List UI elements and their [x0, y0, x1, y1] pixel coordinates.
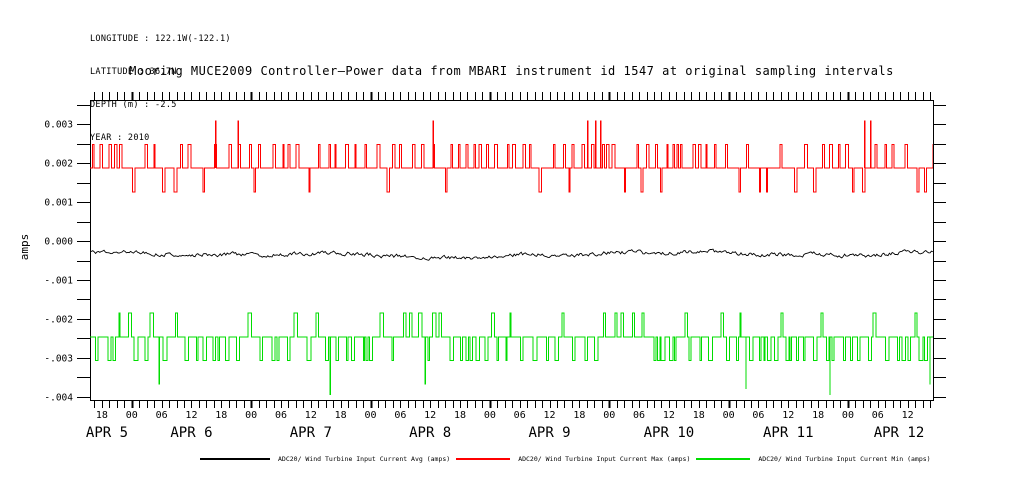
x-date-label: APR 9 — [528, 425, 570, 441]
x-date-label: APR 11 — [763, 425, 814, 441]
plot-svg: 0.003 0.002 0.001 0.000 -.001 -.002 -.003 -.004… — [0, 0, 1009, 504]
x-hour-label: 12 — [424, 410, 436, 421]
x-hour-label: 18 — [335, 410, 347, 421]
legend-label-max: ADC20/ Wind Turbine Input Current Max (a… — [518, 455, 690, 463]
figure: LONGITUDE : 122.1W(-122.1) LATITUDE : 36… — [0, 0, 1009, 504]
y-tick-label: -.004 — [44, 392, 73, 403]
series-min-line — [90, 313, 933, 361]
x-hour-label: 00 — [126, 410, 138, 421]
x-hour-label: 06 — [275, 410, 287, 421]
x-hour-label: 18 — [693, 410, 705, 421]
series-avg-line — [90, 249, 933, 260]
x-hour-label: 06 — [872, 410, 884, 421]
legend-line-avg — [200, 458, 270, 460]
legend-entry-avg: ADC20/ Wind Turbine Input Current Avg (a… — [200, 455, 450, 463]
x-hour-label: 06 — [156, 410, 168, 421]
x-date-label: APR 10 — [644, 425, 695, 441]
x-hour-label: 06 — [752, 410, 764, 421]
x-hour-label: 18 — [454, 410, 466, 421]
y-axis-title: amps — [18, 234, 31, 261]
y-tick-label: -.003 — [44, 353, 73, 364]
x-hour-label: 06 — [514, 410, 526, 421]
x-date-label: APR 5 — [86, 425, 128, 441]
x-hour-label: 06 — [394, 410, 406, 421]
x-hour-label: 00 — [723, 410, 735, 421]
x-hour-label: 06 — [633, 410, 645, 421]
x-hour-label: 12 — [782, 410, 794, 421]
y-tick-label: 0.002 — [44, 159, 73, 170]
x-date-label: APR 7 — [290, 425, 332, 441]
y-tick-label: -.001 — [44, 276, 73, 287]
plot-frame — [91, 101, 934, 401]
legend-label-min: ADC20/ Wind Turbine Input Current Min (a… — [758, 455, 930, 463]
x-hour-label: 00 — [603, 410, 615, 421]
series-max-peaks — [216, 121, 871, 169]
x-hour-label: 12 — [902, 410, 914, 421]
x-date-label: APR 6 — [170, 425, 212, 441]
x-hour-label: 00 — [842, 410, 854, 421]
x-hour-label: 00 — [245, 410, 257, 421]
legend-label-avg: ADC20/ Wind Turbine Input Current Avg (a… — [278, 455, 450, 463]
x-hour-label: 12 — [305, 410, 317, 421]
legend-entry-max: ADC20/ Wind Turbine Input Current Max (a… — [456, 455, 690, 463]
x-hour-label: 00 — [364, 410, 376, 421]
series-group — [90, 121, 933, 395]
x-hour-label: 12 — [544, 410, 556, 421]
x-hour-label: 12 — [663, 410, 675, 421]
x-hour-label: 00 — [484, 410, 496, 421]
y-tick-label: 0.000 — [44, 237, 73, 248]
y-tick-label: -.002 — [44, 314, 73, 325]
x-hour-label: 12 — [185, 410, 197, 421]
y-tick-label: 0.003 — [44, 120, 73, 131]
x-hour-label: 18 — [215, 410, 227, 421]
legend-line-min — [696, 458, 750, 460]
legend-line-max — [456, 458, 510, 460]
x-date-label: APR 12 — [874, 425, 925, 441]
legend: ADC20/ Wind Turbine Input Current Avg (a… — [200, 452, 937, 466]
y-tick-label: 0.001 — [44, 198, 73, 209]
x-date-label: APR 8 — [409, 425, 451, 441]
x-hour-label: 18 — [812, 410, 824, 421]
x-hour-label: 18 — [573, 410, 585, 421]
legend-entry-min: ADC20/ Wind Turbine Input Current Min (a… — [696, 455, 930, 463]
x-hour-label: 18 — [96, 410, 108, 421]
